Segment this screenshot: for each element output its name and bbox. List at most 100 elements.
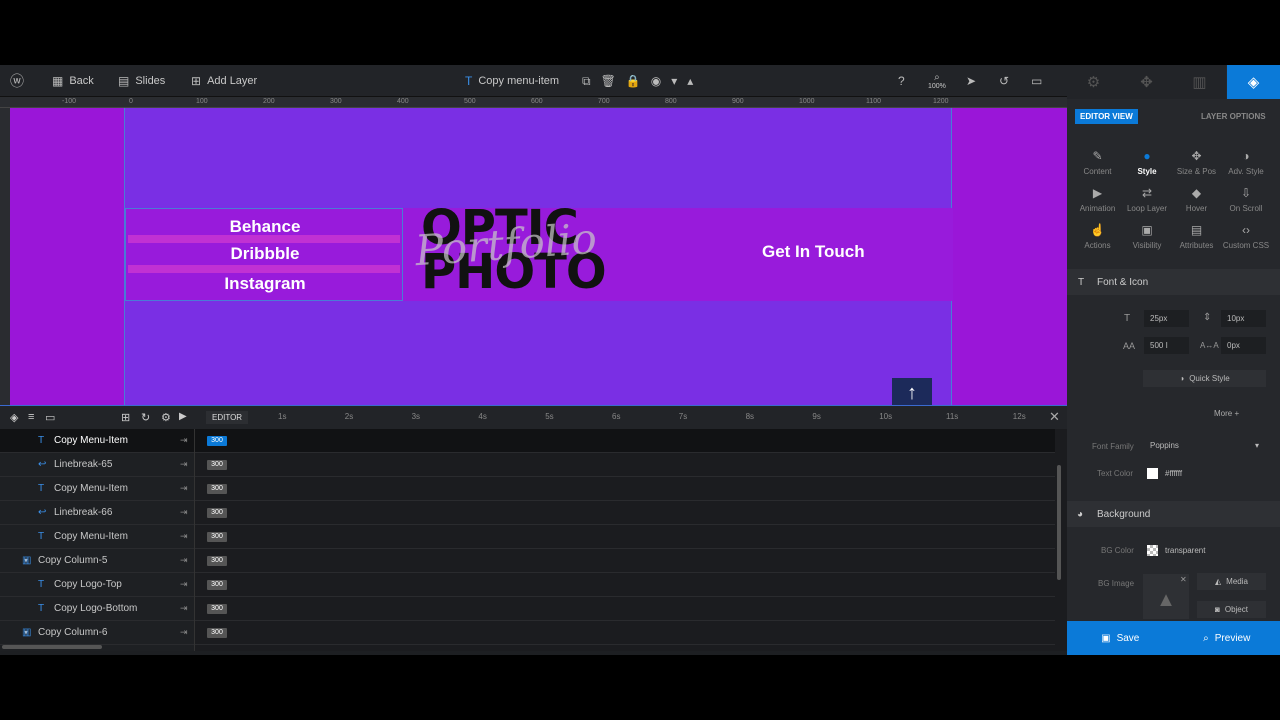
background-section[interactable]: ◕ Background [1067, 501, 1280, 527]
media-button[interactable]: ◭ Media [1197, 573, 1266, 590]
timeline-row[interactable]: 300 [195, 549, 1055, 573]
layer-row[interactable]: ↩ Linebreak-65 ⇥ [0, 453, 194, 477]
editor-view-button[interactable]: EDITOR VIEW [1075, 109, 1138, 124]
layer-row[interactable]: ▾ ▥ Copy Column-6 ⇥ [0, 621, 194, 645]
bg-color-swatch[interactable] [1147, 545, 1158, 556]
cursor-icon[interactable]: ➤ [966, 65, 976, 97]
duration-badge[interactable]: 300 [207, 484, 227, 494]
add-layer-button[interactable]: ⊞ Add Layer [191, 65, 257, 97]
undo-icon[interactable]: ↺ [999, 65, 1009, 97]
object-button[interactable]: ◙ Object [1197, 601, 1266, 618]
option-attributes[interactable]: ▤ Attributes [1170, 223, 1223, 250]
scroll-up-icon[interactable]: ↑ [892, 378, 932, 405]
refresh-icon[interactable]: ↻ [141, 411, 150, 424]
end-marker-icon[interactable]: ⇥ [180, 627, 188, 638]
timeline-row[interactable]: 300 [195, 477, 1055, 501]
menu-column[interactable]: Behance Dribbble Instagram [125, 208, 403, 301]
end-marker-icon[interactable]: ⇥ [180, 459, 188, 470]
layers-icon[interactable]: ◈ [10, 411, 18, 424]
duration-badge[interactable]: 300 [207, 460, 227, 470]
editor-label[interactable]: EDITOR [206, 411, 249, 424]
bg-color-value[interactable]: transparent [1165, 546, 1205, 555]
option-loop-layer[interactable]: ⇄ Loop Layer [1121, 186, 1174, 213]
option-on-scroll[interactable]: ⇩ On Scroll [1220, 186, 1273, 213]
navigation-tab[interactable]: ✥ [1120, 65, 1173, 99]
option-actions[interactable]: ☝ Actions [1071, 223, 1124, 250]
duration-badge[interactable]: 300 [207, 604, 227, 614]
remove-image-icon[interactable]: ✕ [1180, 575, 1187, 584]
duration-badge[interactable]: 300 [207, 580, 227, 590]
visibility-icon[interactable]: ◉ [651, 74, 661, 88]
preview-button[interactable]: ⌕ Preview [1174, 621, 1280, 655]
menu-item-dribbble[interactable]: Dribbble [126, 244, 404, 264]
save-button[interactable]: ▣ Save [1067, 621, 1174, 655]
zoom-control[interactable]: ⌕ 100% [928, 65, 946, 97]
layer-row[interactable]: ▾ ▥ Copy Column-5 ⇥ [0, 549, 194, 573]
chevron-down-icon[interactable]: ▾ [671, 74, 677, 88]
layer-row[interactable]: T Copy Logo-Bottom ⇥ [0, 597, 194, 621]
timeline-row[interactable]: 300 [195, 429, 1055, 453]
timeline-row[interactable]: 300 [195, 597, 1055, 621]
text-color-swatch[interactable] [1147, 468, 1158, 479]
option-hover[interactable]: ◆ Hover [1170, 186, 1223, 213]
grid-icon[interactable]: ⊞ [121, 411, 130, 424]
vertical-scrollbar[interactable] [1057, 465, 1061, 580]
end-marker-icon[interactable]: ⇥ [180, 483, 188, 494]
settings-tab[interactable]: ⚙ [1067, 65, 1120, 99]
font-weight-select[interactable]: 500 I [1144, 337, 1189, 354]
end-marker-icon[interactable]: ⇥ [180, 579, 188, 590]
duration-badge[interactable]: 300 [207, 556, 227, 566]
menu-item-behance[interactable]: Behance [126, 217, 404, 237]
end-marker-icon[interactable]: ⇥ [180, 507, 188, 518]
timeline-row[interactable]: 300 [195, 621, 1055, 645]
duplicate-icon[interactable]: ⧉ [582, 74, 591, 89]
option-animation[interactable]: ▶ Animation [1071, 186, 1124, 213]
slide-tab[interactable]: ▥ [1173, 65, 1226, 99]
option-style[interactable]: ● Style [1121, 149, 1174, 176]
end-marker-icon[interactable]: ⇥ [180, 435, 188, 446]
option-custom-css[interactable]: ‹› Custom CSS [1220, 223, 1273, 250]
duration-badge[interactable]: 300 [207, 436, 227, 446]
letter-spacing-input[interactable]: 0px [1221, 337, 1266, 354]
quick-style-button[interactable]: ◑ Quick Style [1143, 370, 1266, 387]
more-button[interactable]: More + [1214, 409, 1239, 418]
option-size-pos[interactable]: ✥ Size & Pos [1170, 149, 1223, 176]
layer-row[interactable]: T Copy Menu-Item ⇥ [0, 525, 194, 549]
text-color-value[interactable]: #ffffff [1165, 469, 1182, 478]
line-height-input[interactable]: 10px [1221, 310, 1266, 327]
end-marker-icon[interactable]: ⇥ [180, 603, 188, 614]
duration-badge[interactable]: 300 [207, 628, 227, 638]
desktop-icon[interactable]: ▭ [1031, 65, 1042, 97]
slide-stage[interactable]: Behance Dribbble Instagram OPTIC PHOTO P… [124, 108, 953, 405]
delete-icon[interactable]: 🗑 [601, 74, 616, 88]
timeline-row[interactable]: 300 [195, 501, 1055, 525]
wordpress-logo[interactable]: ⓦ [10, 65, 24, 97]
duration-badge[interactable]: 300 [207, 532, 227, 542]
menu-item-instagram[interactable]: Instagram [126, 274, 404, 294]
font-family-select[interactable]: Poppins ▾ [1144, 437, 1265, 454]
option-content[interactable]: ✎ Content [1071, 149, 1124, 176]
layer-row[interactable]: ↩ Linebreak-66 ⇥ [0, 501, 194, 525]
chevron-up-icon[interactable]: ▴ [687, 74, 693, 88]
horizontal-scrollbar[interactable] [2, 645, 102, 649]
layer-options-label[interactable]: LAYER OPTIONS [1201, 112, 1266, 121]
content-row[interactable]: Behance Dribbble Instagram OPTIC PHOTO P… [125, 204, 953, 301]
get-in-touch-button[interactable]: Get In Touch [762, 242, 865, 262]
font-size-input[interactable]: 25px [1144, 310, 1189, 327]
option-adv-style[interactable]: ◑ Adv. Style [1220, 149, 1273, 176]
list-icon[interactable]: ≡ [28, 411, 34, 423]
lock-icon[interactable]: 🔒 [626, 74, 641, 88]
help-icon[interactable]: ? [898, 65, 905, 97]
layers-tab[interactable]: ◈ [1227, 65, 1280, 99]
timeline-row[interactable]: 300 [195, 453, 1055, 477]
play-icon[interactable]: ▶ [179, 411, 187, 422]
font-icon-section[interactable]: T Font & Icon [1067, 269, 1280, 295]
end-marker-icon[interactable]: ⇥ [180, 555, 188, 566]
selected-layer-name[interactable]: T Copy menu-item [465, 65, 559, 97]
folder-icon[interactable]: ▭ [45, 411, 55, 424]
slide-canvas[interactable]: Behance Dribbble Instagram OPTIC PHOTO P… [10, 108, 1067, 405]
duration-badge[interactable]: 300 [207, 508, 227, 518]
layer-row[interactable]: T Copy Menu-Item ⇥ [0, 429, 194, 453]
option-visibility[interactable]: ▣ Visibility [1121, 223, 1174, 250]
back-button[interactable]: ▦ Back [52, 65, 94, 97]
